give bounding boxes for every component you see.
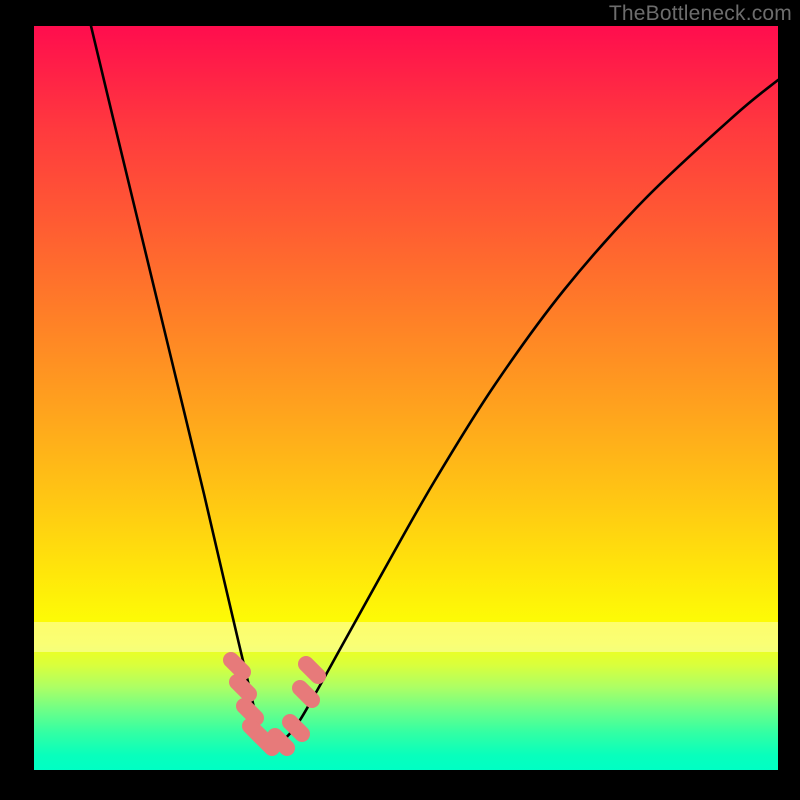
plot-area — [34, 26, 778, 770]
valley-marker — [237, 682, 249, 694]
valley-marker — [290, 722, 302, 734]
valley-marker — [300, 688, 312, 700]
valley-marker — [306, 664, 318, 676]
valley-marker — [275, 736, 287, 748]
valley-marker — [244, 706, 256, 718]
chart-frame: TheBottleneck.com — [0, 0, 800, 800]
valley-marker — [231, 660, 243, 672]
bottleneck-curve — [91, 26, 778, 744]
watermark-text: TheBottleneck.com — [609, 2, 792, 26]
curve-svg — [34, 26, 778, 770]
valley-markers — [231, 660, 318, 748]
